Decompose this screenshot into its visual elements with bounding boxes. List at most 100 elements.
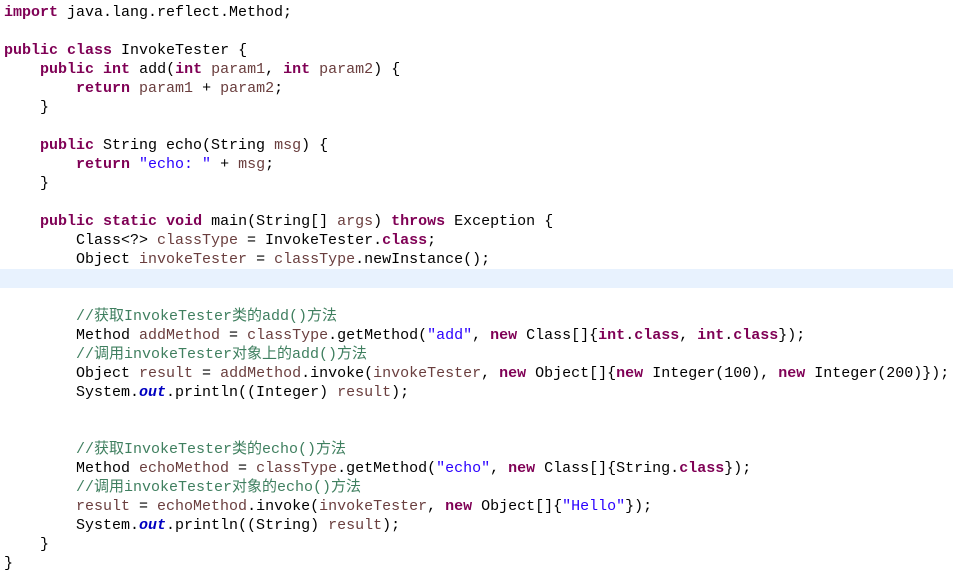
variable-token: echoMethod xyxy=(139,460,230,477)
code-token: }); xyxy=(778,327,806,344)
variable-token: msg xyxy=(274,137,302,154)
code-line[interactable]: public String echo(String msg) { xyxy=(0,136,953,155)
code-line[interactable]: //调用invokeTester对象上的add()方法 xyxy=(0,345,953,364)
keyword-token: class xyxy=(634,327,680,344)
code-line[interactable]: ​ xyxy=(0,402,953,421)
code-line[interactable]: ​ xyxy=(0,117,953,136)
code-token: System. xyxy=(4,384,140,401)
code-line[interactable]: return "echo: " + msg; xyxy=(0,155,953,174)
code-token: } xyxy=(4,175,50,192)
variable-token: addMethod xyxy=(220,365,302,382)
code-line[interactable]: System.out.println((Integer) result); xyxy=(0,383,953,402)
code-token: Method xyxy=(4,460,140,477)
code-token: }); xyxy=(625,498,653,515)
keyword-token: new xyxy=(508,460,536,477)
code-line[interactable]: Object result = addMethod.invoke(invokeT… xyxy=(0,364,953,383)
variable-token: echoMethod xyxy=(157,498,248,515)
code-token: , xyxy=(481,365,500,382)
code-line[interactable]: ​ xyxy=(0,193,953,212)
variable-token: classType xyxy=(157,232,239,249)
variable-token: param2 xyxy=(319,61,374,78)
code-line[interactable]: ​ xyxy=(0,421,953,440)
code-line[interactable]: System.out.println((String) result); xyxy=(0,516,953,535)
keyword-token: int xyxy=(697,327,725,344)
code-line[interactable]: //获取InvokeTester类的add()方法 xyxy=(0,307,953,326)
code-line[interactable]: public static void main(String[] args) t… xyxy=(0,212,953,231)
keyword-token: void xyxy=(166,213,203,230)
keyword-token: return xyxy=(76,156,131,173)
code-editor[interactable]: import java.lang.reflect.Method;​public … xyxy=(0,3,953,573)
code-token: = xyxy=(193,365,221,382)
string-token: "echo" xyxy=(436,460,491,477)
code-token: = xyxy=(130,498,158,515)
keyword-token: static xyxy=(103,213,158,230)
code-token: Object[]{ xyxy=(526,365,617,382)
keyword-token: int xyxy=(283,61,311,78)
code-token: = xyxy=(247,251,275,268)
code-line[interactable]: public class InvokeTester { xyxy=(0,41,953,60)
code-line[interactable]: //获取InvokeTester类的echo()方法 xyxy=(0,440,953,459)
variable-token: invokeTester xyxy=(373,365,482,382)
code-token: System. xyxy=(4,517,140,534)
code-line[interactable]: } xyxy=(0,554,953,573)
code-line[interactable]: Class<?> classType = InvokeTester.class; xyxy=(0,231,953,250)
current-code-line[interactable]: ​ xyxy=(0,269,953,288)
code-line[interactable]: ​ xyxy=(0,288,953,307)
code-token: Class[]{String. xyxy=(535,460,680,477)
code-token: .println((Integer) xyxy=(166,384,338,401)
code-token: + xyxy=(211,156,239,173)
comment-token: //调用invokeTester对象的echo()方法 xyxy=(76,479,362,496)
code-token: , xyxy=(472,327,491,344)
code-token: Integer(100), xyxy=(643,365,779,382)
code-line[interactable]: } xyxy=(0,98,953,117)
code-line[interactable]: import java.lang.reflect.Method; xyxy=(0,3,953,22)
code-token: Class[]{ xyxy=(517,327,599,344)
code-line[interactable]: Object invokeTester = classType.newInsta… xyxy=(0,250,953,269)
keyword-token: class xyxy=(67,42,113,59)
variable-token: addMethod xyxy=(139,327,221,344)
code-line[interactable]: Method echoMethod = classType.getMethod(… xyxy=(0,459,953,478)
variable-token: param2 xyxy=(220,80,275,97)
code-token: } xyxy=(4,555,14,572)
code-token: , xyxy=(679,327,698,344)
code-token: . xyxy=(625,327,635,344)
code-token: = xyxy=(220,327,248,344)
code-line[interactable]: Method addMethod = classType.getMethod("… xyxy=(0,326,953,345)
variable-token: result xyxy=(328,517,383,534)
variable-token: result xyxy=(76,498,131,515)
variable-token: param1 xyxy=(211,61,266,78)
code-line[interactable]: } xyxy=(0,535,953,554)
code-line[interactable]: return param1 + param2; xyxy=(0,79,953,98)
keyword-token: int xyxy=(175,61,203,78)
code-line[interactable]: } xyxy=(0,174,953,193)
variable-token: classType xyxy=(274,251,356,268)
code-token: ; xyxy=(427,232,437,249)
code-line[interactable]: result = echoMethod.invoke(invokeTester,… xyxy=(0,497,953,516)
code-token: . xyxy=(724,327,734,344)
keyword-token: class xyxy=(733,327,779,344)
comment-token: //获取InvokeTester类的echo()方法 xyxy=(76,441,347,458)
keyword-token: return xyxy=(76,80,131,97)
code-token: ) xyxy=(373,213,392,230)
variable-token: invokeTester xyxy=(139,251,248,268)
string-token: "add" xyxy=(427,327,473,344)
comment-token: //获取InvokeTester类的add()方法 xyxy=(76,308,338,325)
code-token: .println((String) xyxy=(166,517,329,534)
code-line[interactable]: ​ xyxy=(0,22,953,41)
code-token: ) { xyxy=(301,137,329,154)
variable-token: result xyxy=(337,384,392,401)
code-line[interactable]: //调用invokeTester对象的echo()方法 xyxy=(0,478,953,497)
code-line[interactable]: public int add(int param1, int param2) { xyxy=(0,60,953,79)
code-token: main(String[] xyxy=(202,213,338,230)
keyword-token: int xyxy=(598,327,626,344)
